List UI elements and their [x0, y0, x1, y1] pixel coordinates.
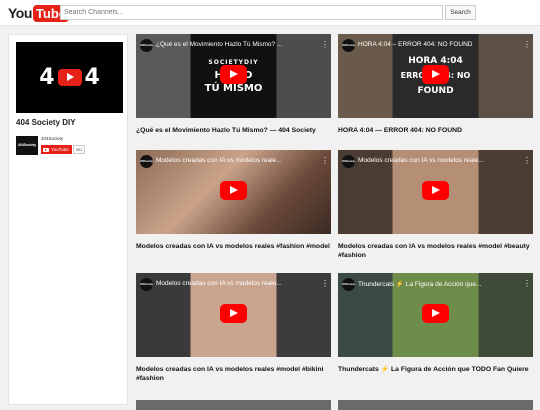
- channel-icon[interactable]: 404Society: [342, 155, 355, 168]
- video-thumbnail[interactable]: 404Society Modelos creadas con IA vs mod…: [338, 150, 533, 234]
- video-card[interactable]: HORA 4:04 ERROR 404: NO FOUND 404Society…: [338, 34, 533, 136]
- channel-icon[interactable]: 404Society: [342, 278, 355, 291]
- video-title[interactable]: HORA 4:04 — ERROR 404: NO FOUND: [338, 127, 533, 136]
- search-button[interactable]: Search: [445, 5, 476, 20]
- channel-icon[interactable]: 404Society: [140, 155, 153, 168]
- video-card[interactable]: 404Society Modelos creadas con IA vs mod…: [136, 273, 331, 383]
- thumbnail-title: Modelos creadas con IA vs modelos reale.…: [156, 157, 282, 164]
- more-options-icon[interactable]: ⋮: [523, 155, 531, 166]
- video-title[interactable]: Thundercats ⚡ La Figura de Acción que TO…: [338, 366, 533, 375]
- video-card[interactable]: 404Society Modelos creadas con IA vs mod…: [338, 150, 533, 260]
- video-grid: SOCIETYDIY HAZLO TÚ MISMO 404Society ¿Qu…: [136, 34, 540, 410]
- channel-icon[interactable]: 404Society: [140, 278, 153, 291]
- channel-sidebar: 4 4 404 Society DIY 404Society 404Societ…: [8, 34, 128, 405]
- more-options-icon[interactable]: ⋮: [321, 278, 329, 289]
- subscribe-button[interactable]: YouTube 391: [41, 145, 86, 154]
- channel-avatar[interactable]: 404Society: [16, 136, 38, 155]
- video-thumbnail[interactable]: HORA 4:04 ERROR 404: NO FOUND 404Society…: [338, 34, 533, 118]
- play-button-icon[interactable]: [220, 65, 247, 84]
- subscribe-main[interactable]: YouTube: [41, 145, 72, 154]
- more-options-icon[interactable]: ⋮: [321, 155, 329, 166]
- channel-art[interactable]: 4 4: [16, 42, 123, 113]
- more-options-icon[interactable]: ⋮: [523, 39, 531, 50]
- thumbnail-title: HORA 4:04 – ERROR 404: NO FOUND: [358, 41, 473, 48]
- top-bar: You Tube Search: [0, 0, 540, 26]
- channel-handle[interactable]: 404Society: [41, 136, 63, 141]
- thumbnail-title: Modelos creadas con IA vs modelos reale.…: [358, 157, 484, 164]
- video-title[interactable]: Modelos creadas con IA vs modelos reales…: [136, 366, 331, 383]
- video-thumbnail[interactable]: 404Society Thundercats ⚡ La Figura de Ac…: [338, 273, 533, 357]
- play-button-icon[interactable]: [220, 181, 247, 200]
- video-card[interactable]: 404Society Thundercats ⚡ La Figura de Ac…: [338, 273, 533, 375]
- more-options-icon[interactable]: ⋮: [523, 278, 531, 289]
- video-thumbnail-partial[interactable]: [136, 400, 331, 410]
- video-title[interactable]: Modelos creadas con IA vs modelos reales…: [338, 243, 533, 260]
- video-thumbnail[interactable]: 404Society Modelos creadas con IA vs mod…: [136, 150, 331, 234]
- play-button-icon[interactable]: [422, 304, 449, 323]
- video-title[interactable]: ¿Qué es el Movimiento Hazlo Tú Mismo? — …: [136, 127, 331, 136]
- channel-art-four-right: 4: [84, 65, 100, 90]
- play-button-icon[interactable]: [422, 181, 449, 200]
- video-card[interactable]: 404Society Modelos creadas con IA vs mod…: [136, 150, 331, 252]
- play-logo-icon: [57, 69, 82, 86]
- channel-art-four-left: 4: [39, 65, 55, 90]
- video-thumbnail-partial[interactable]: [338, 400, 533, 410]
- channel-icon[interactable]: 404Society: [342, 39, 355, 52]
- video-title[interactable]: Modelos creadas con IA vs modelos reales…: [136, 243, 331, 252]
- play-button-icon[interactable]: [422, 65, 449, 84]
- thumb-text-line: TÚ MISMO: [204, 83, 263, 94]
- video-thumbnail[interactable]: SOCIETYDIY HAZLO TÚ MISMO 404Society ¿Qu…: [136, 34, 331, 118]
- thumbnail-title: Modelos creadas con IA vs modelos reale.…: [156, 280, 282, 287]
- play-button-icon[interactable]: [220, 304, 247, 323]
- youtube-small-icon: [43, 147, 49, 152]
- video-thumbnail[interactable]: 404Society Modelos creadas con IA vs mod…: [136, 273, 331, 357]
- logo-you-text: You: [8, 5, 32, 21]
- thumb-text-line: FOUND: [417, 86, 454, 96]
- subscriber-count: 391: [72, 145, 86, 154]
- search-input[interactable]: [60, 5, 443, 20]
- more-options-icon[interactable]: ⋮: [321, 39, 329, 50]
- video-card[interactable]: SOCIETYDIY HAZLO TÚ MISMO 404Society ¿Qu…: [136, 34, 331, 136]
- subscribe-label: YouTube: [51, 147, 69, 152]
- channel-icon[interactable]: 404Society: [140, 39, 153, 52]
- channel-name[interactable]: 404 Society DIY: [16, 118, 76, 127]
- thumbnail-title: Thundercats ⚡ La Figura de Acción que...: [358, 281, 482, 288]
- thumbnail-title: ¿Qué es el Movimiento Hazlo Tú Mismo? ..…: [156, 41, 283, 48]
